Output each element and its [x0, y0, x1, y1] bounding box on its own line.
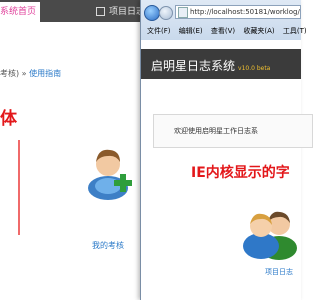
ie-demo-large-text: IE内核显示的字 [191, 165, 290, 181]
tab-project-log[interactable]: 项目日志 [96, 2, 145, 22]
app-title-text: 启明星日志系统 [151, 59, 236, 73]
menu-tools[interactable]: 工具(T) [283, 27, 307, 35]
breadcrumb-link-guide[interactable]: 使用指南 [29, 69, 61, 78]
forward-button[interactable] [159, 6, 173, 20]
menu-view[interactable]: 查看(V) [211, 27, 235, 35]
demo-large-text: 体 [0, 109, 17, 129]
menu-file[interactable]: 文件(F) [147, 27, 171, 35]
menu-bar: 文件(F) 编辑(E) 查看(V) 收藏夹(A) 工具(T) [141, 24, 307, 38]
tab-label: 系统首页 [0, 7, 37, 17]
version-badge: v10.0 beta [238, 65, 271, 72]
app-header: 启明星日志系统 v10.0 beta [141, 49, 301, 79]
ie-browser-window: http://localhost:50181/worklog/w 文件(F) 编… [140, 0, 313, 300]
app-title: 启明星日志系统 v10.0 beta [151, 57, 270, 74]
welcome-panel: 欢迎使用启明星工作日志系 [153, 114, 313, 148]
address-bar[interactable]: http://localhost:50181/worklog/w [175, 5, 301, 19]
tab-system-home[interactable]: 系统首页 [0, 2, 40, 22]
document-icon [96, 7, 105, 16]
users-group-icon[interactable] [241, 196, 303, 266]
breadcrumb-separator: » [21, 69, 27, 78]
user-add-icon[interactable] [86, 140, 136, 204]
browser-toolbar: http://localhost:50181/worklog/w 文件(F) 编… [141, 0, 307, 40]
page-icon [178, 7, 188, 18]
menu-favorites[interactable]: 收藏夹(A) [243, 27, 274, 35]
back-button[interactable] [144, 5, 160, 21]
address-url: http://localhost:50181/worklog/w [190, 8, 301, 16]
red-divider [18, 140, 20, 235]
project-log-link[interactable]: 项目日志 [265, 267, 293, 277]
my-assessment-link[interactable]: 我的考核 [92, 240, 124, 251]
welcome-text: 欢迎使用启明星工作日志系 [174, 127, 258, 135]
menu-edit[interactable]: 编辑(E) [179, 27, 203, 35]
breadcrumb-prefix: 考核) [0, 69, 20, 78]
breadcrumb: 考核) » 使用指南 [0, 68, 61, 79]
